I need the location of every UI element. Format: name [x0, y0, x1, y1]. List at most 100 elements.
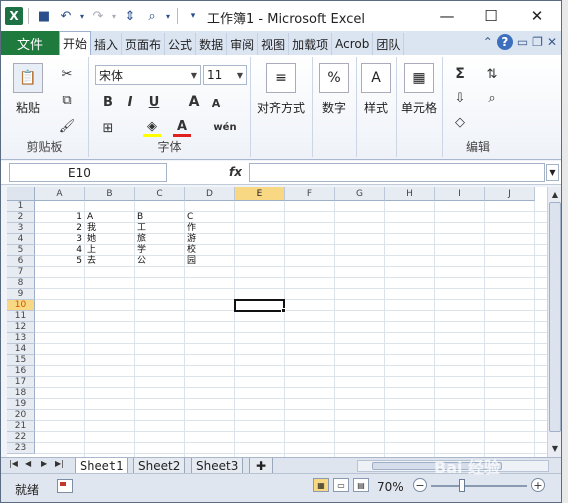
column-header[interactable]: H	[385, 187, 435, 201]
scroll-down-icon[interactable]: ▼	[549, 442, 561, 455]
row-header[interactable]: 7	[7, 267, 35, 278]
row-header[interactable]: 4	[7, 234, 35, 245]
row-header[interactable]: 6	[7, 256, 35, 267]
cell-A3[interactable]: 2	[35, 223, 82, 234]
zoom-slider[interactable]	[431, 485, 527, 487]
tab-acrobat[interactable]: Acrob	[332, 33, 374, 55]
sheet-tab-sheet1[interactable]: Sheet1	[75, 458, 129, 474]
collapse-ribbon-icon[interactable]: ⌃	[483, 35, 493, 49]
grow-font-button[interactable]: A	[185, 93, 203, 111]
column-header[interactable]: C	[135, 187, 185, 201]
save-icon[interactable]: ■	[34, 6, 54, 26]
insert-sheet-icon[interactable]: ✚	[249, 458, 273, 474]
doc-minimize-icon[interactable]: ▭	[517, 35, 528, 49]
doc-restore-icon[interactable]: ❐	[532, 35, 543, 49]
print-preview-icon[interactable]: ⌕	[142, 6, 162, 26]
styles-button[interactable]: A 样式	[361, 63, 391, 116]
italic-button[interactable]: I	[121, 93, 139, 111]
row-header[interactable]: 5	[7, 245, 35, 256]
cell-D2[interactable]: C	[187, 212, 193, 223]
tab-formulas[interactable]: 公式	[165, 33, 197, 55]
tab-addins[interactable]: 加载项	[289, 33, 333, 55]
zoom-slider-knob[interactable]	[459, 479, 465, 492]
normal-view-icon[interactable]: ▦	[313, 478, 329, 492]
row-header[interactable]: 16	[7, 366, 35, 377]
insert-function-icon[interactable]: fx	[229, 165, 242, 179]
column-header[interactable]: E	[235, 187, 285, 201]
row-header[interactable]: 13	[7, 333, 35, 344]
row-header[interactable]: 2	[7, 212, 35, 223]
cell-B6[interactable]: 去	[87, 256, 96, 267]
sort-filter-icon[interactable]: ⇅	[481, 65, 503, 83]
cell-C4[interactable]: 旅	[137, 234, 146, 245]
border-icon[interactable]: ⊞	[99, 119, 117, 137]
tab-review[interactable]: 审阅	[227, 33, 259, 55]
cell-B5[interactable]: 上	[87, 245, 96, 256]
cut-icon[interactable]: ✂	[57, 65, 77, 83]
cell-D4[interactable]: 游	[187, 234, 196, 245]
row-header[interactable]: 23	[7, 443, 35, 454]
tab-file[interactable]: 文件	[1, 31, 59, 55]
row-header[interactable]: 15	[7, 355, 35, 366]
row-header[interactable]: 22	[7, 432, 35, 443]
column-header[interactable]: D	[185, 187, 235, 201]
fill-handle[interactable]	[281, 308, 286, 313]
excel-app-icon[interactable]: X	[5, 7, 23, 25]
worksheet-grid[interactable]: A B C D E F G H I J 1 2 3 4 5 6 7 8 9 10 11 12 13 14 15 16 17 18 19 2…	[7, 187, 547, 457]
row-header[interactable]: 3	[7, 223, 35, 234]
row-header[interactable]: 19	[7, 399, 35, 410]
tab-page-layout[interactable]: 页面布	[122, 33, 166, 55]
last-sheet-icon[interactable]: ▶|	[55, 459, 64, 468]
page-layout-view-icon[interactable]: ▭	[333, 478, 349, 492]
doc-close-icon[interactable]: ✕	[547, 35, 557, 49]
cell-A2[interactable]: 1	[35, 212, 82, 223]
row-header[interactable]: 9	[7, 289, 35, 300]
cell-C5[interactable]: 学	[137, 245, 146, 256]
row-header[interactable]: 11	[7, 311, 35, 322]
autosum-button[interactable]: Σ	[449, 65, 471, 83]
cell-B2[interactable]: A	[87, 212, 93, 223]
copy-icon[interactable]: ⧉	[57, 91, 77, 109]
column-header[interactable]: G	[335, 187, 385, 201]
undo-icon[interactable]: ↶	[56, 6, 76, 26]
close-icon[interactable]: ✕	[515, 1, 559, 31]
zoom-level[interactable]: 70%	[377, 480, 404, 494]
macro-record-icon[interactable]	[57, 479, 73, 493]
zoom-out-icon[interactable]: −	[413, 478, 427, 492]
find-select-icon[interactable]: ⌕	[481, 89, 503, 107]
paste-button[interactable]: 📋 粘贴	[13, 63, 43, 116]
cell-D5[interactable]: 校	[187, 245, 196, 256]
selected-cell-outline[interactable]	[234, 299, 285, 312]
cell-A4[interactable]: 3	[35, 234, 82, 245]
row-header[interactable]: 12	[7, 322, 35, 333]
row-header[interactable]: 14	[7, 344, 35, 355]
zoom-in-icon[interactable]: +	[531, 478, 545, 492]
cell-B4[interactable]: 她	[87, 234, 96, 245]
column-header[interactable]: J	[485, 187, 535, 201]
print-dropdown-icon[interactable]: ▾	[164, 6, 172, 26]
cell-D6[interactable]: 园	[187, 256, 196, 267]
cells-button[interactable]: ▦ 单元格	[401, 63, 437, 116]
select-all-corner[interactable]	[7, 187, 35, 201]
row-header[interactable]: 8	[7, 278, 35, 289]
row-header[interactable]: 21	[7, 421, 35, 432]
tab-team[interactable]: 团队	[373, 33, 405, 55]
cell-C3[interactable]: 工	[137, 223, 146, 234]
format-painter-icon[interactable]: 🖌	[57, 117, 77, 135]
underline-button[interactable]: U	[143, 93, 165, 111]
column-header[interactable]: B	[85, 187, 135, 201]
font-size-combo[interactable]: 11 ▼	[203, 65, 247, 85]
cell-A5[interactable]: 4	[35, 245, 82, 256]
sheet-tab-sheet3[interactable]: Sheet3	[191, 458, 244, 474]
help-icon[interactable]: ?	[496, 34, 513, 50]
row-header[interactable]: 18	[7, 388, 35, 399]
maximize-icon[interactable]: ☐	[469, 1, 513, 31]
row-header[interactable]: 17	[7, 377, 35, 388]
clear-icon[interactable]: ◇	[449, 113, 471, 131]
prev-sheet-icon[interactable]: ◀	[25, 459, 31, 468]
column-header[interactable]: A	[35, 187, 85, 201]
column-header[interactable]: I	[435, 187, 485, 201]
shrink-font-button[interactable]: A	[207, 95, 225, 111]
column-header[interactable]: F	[285, 187, 335, 201]
cell-D3[interactable]: 作	[187, 223, 196, 234]
